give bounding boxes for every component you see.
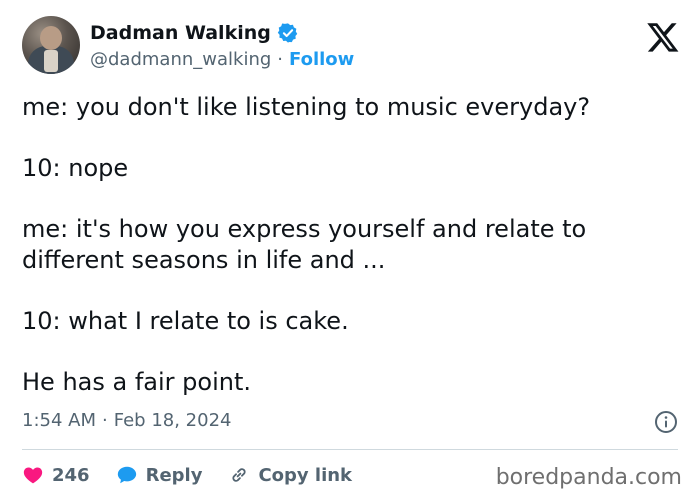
handle-separator: · <box>277 49 284 70</box>
x-logo-icon[interactable] <box>646 20 680 54</box>
verified-badge-icon <box>277 23 298 43</box>
avatar-face-shape <box>40 26 62 50</box>
heart-icon <box>23 467 43 484</box>
tweet-line: me: it's how you express yourself and re… <box>22 215 587 274</box>
reply-bubble-icon <box>117 466 136 484</box>
like-button[interactable]: 246 <box>22 464 90 486</box>
copy-link-label: Copy link <box>258 464 353 486</box>
reply-label: Reply <box>145 464 203 486</box>
avatar[interactable] <box>22 16 80 74</box>
divider <box>22 449 678 450</box>
avatar-shirt-shape <box>44 50 58 72</box>
tweet-date: Feb 18, 2024 <box>113 410 232 431</box>
tweet-actions: 246 Reply Copy link <box>22 458 378 492</box>
link-icon <box>232 468 246 482</box>
copy-link-button[interactable]: Copy link <box>228 464 352 486</box>
tweet-line: He has a fair point. <box>22 368 251 396</box>
tweet-header: Dadman Walking @dadmann_walking · Follow <box>20 14 682 80</box>
follow-button[interactable]: Follow <box>289 49 354 70</box>
handle-row: @dadmann_walking · Follow <box>90 49 354 70</box>
watermark: boredpanda.com <box>495 465 682 490</box>
timestamp-separator: · <box>102 410 108 431</box>
info-icon[interactable] <box>654 410 678 434</box>
tweet-timestamp[interactable]: 1:54 AM · Feb 18, 2024 <box>22 410 231 431</box>
tweet-line: 10: what I relate to is cake. <box>22 307 349 335</box>
tweet-text: me: you don't like listening to music ev… <box>22 92 682 428</box>
author-name[interactable]: Dadman Walking <box>90 22 271 44</box>
like-count: 246 <box>52 464 90 486</box>
tweet-time: 1:54 AM <box>22 410 96 431</box>
reply-button[interactable]: Reply <box>116 464 203 486</box>
author-handle[interactable]: @dadmann_walking <box>90 49 271 70</box>
name-row: Dadman Walking <box>90 22 299 44</box>
tweet-line: 10: nope <box>22 154 129 182</box>
tweet-line: me: you don't like listening to music ev… <box>22 93 591 121</box>
